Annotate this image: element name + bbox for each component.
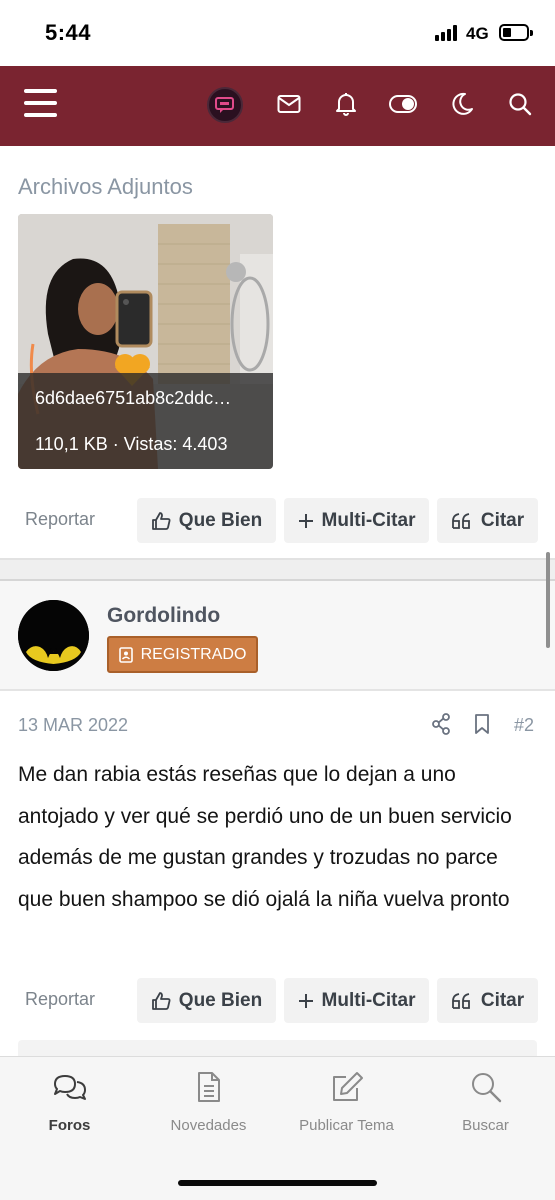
like-label: Que Bien: [178, 989, 263, 1011]
attachments-title: Archivos Adjuntos: [18, 174, 193, 199]
home-indicator[interactable]: [178, 1180, 377, 1186]
post-actions: Reportar Que Bien Multi-Citar Citar: [0, 498, 555, 544]
post-actions: Reportar Que Bien Multi-Citar Citar: [0, 978, 555, 1024]
report-link[interactable]: Reportar: [25, 509, 95, 530]
post-body: Me dan rabia estás reseñas que lo dejan …: [18, 763, 512, 911]
role-label: REGISTRADO: [140, 645, 247, 663]
site-logo[interactable]: [207, 87, 243, 123]
multiquote-label: Multi-Citar: [321, 509, 416, 531]
attachment-meta: 110,1 KB · Vistas: 4.403: [35, 434, 228, 454]
signal-icon: [435, 25, 457, 41]
quote-icon: [451, 992, 470, 1009]
status-bar: 5:44 4G: [0, 0, 555, 66]
share-icon[interactable]: [431, 712, 451, 736]
quote-icon: [451, 512, 470, 529]
tab-publicar-tema[interactable]: Publicar Tema: [277, 1057, 416, 1147]
quote-label: Citar: [480, 509, 525, 531]
avatar[interactable]: [18, 600, 89, 671]
like-button[interactable]: Que Bien: [137, 978, 276, 1023]
bottom-tab-bar: Foros Novedades Publicar Tema Buscar: [0, 1056, 555, 1200]
mail-icon[interactable]: [275, 90, 303, 118]
toggle-icon[interactable]: [389, 90, 417, 118]
attachment-filename[interactable]: 6d6dae6751ab8c2ddc…: [35, 388, 231, 409]
multiquote-label: Multi-Citar: [321, 989, 416, 1011]
post-date[interactable]: 13 MAR 2022: [18, 715, 128, 736]
tab-novedades[interactable]: Novedades: [139, 1057, 278, 1147]
like-label: Que Bien: [178, 509, 263, 531]
network-label: 4G: [466, 24, 489, 43]
like-button[interactable]: Que Bien: [137, 498, 276, 543]
tab-label: Foros: [48, 1117, 91, 1134]
multiquote-button[interactable]: Multi-Citar: [284, 978, 429, 1023]
bookmark-icon[interactable]: [474, 712, 490, 736]
status-badge: REGISTRADO: [107, 636, 258, 673]
edit-icon: [329, 1069, 365, 1105]
thumbs-up-icon: [151, 511, 171, 530]
tab-buscar[interactable]: Buscar: [416, 1057, 555, 1147]
bell-icon[interactable]: [332, 90, 360, 118]
plus-icon: [298, 513, 313, 528]
thumbs-up-icon: [151, 991, 171, 1010]
battery-icon: [499, 24, 533, 41]
post-author-header: Gordolindo REGISTRADO: [0, 581, 555, 691]
tab-label: Novedades: [170, 1117, 247, 1134]
tab-foros[interactable]: Foros: [0, 1057, 139, 1147]
multiquote-button[interactable]: Multi-Citar: [284, 498, 429, 543]
tab-label: Publicar Tema: [299, 1117, 394, 1134]
document-icon: [191, 1069, 227, 1105]
plus-icon: [298, 993, 313, 1008]
status-time: 5:44: [45, 20, 92, 45]
contact-card-icon: [118, 646, 133, 663]
menu-icon[interactable]: [24, 89, 57, 119]
author-name[interactable]: Gordolindo: [107, 604, 220, 628]
quote-label: Citar: [480, 989, 525, 1011]
report-link[interactable]: Reportar: [25, 989, 95, 1010]
quote-button[interactable]: Citar: [437, 978, 538, 1023]
top-navigation: [0, 66, 555, 146]
moon-icon[interactable]: [448, 90, 476, 118]
quote-button[interactable]: Citar: [437, 498, 538, 543]
chat-bubbles-icon: [52, 1069, 88, 1105]
scrollbar[interactable]: [546, 552, 550, 648]
search-icon: [468, 1069, 504, 1105]
search-icon[interactable]: [506, 90, 534, 118]
attachment-thumbnail[interactable]: 6d6dae6751ab8c2ddc… 110,1 KB · Vistas: 4…: [18, 214, 273, 469]
post-number[interactable]: #2: [514, 715, 534, 736]
tab-label: Buscar: [462, 1117, 509, 1134]
post-separator: [0, 558, 555, 581]
